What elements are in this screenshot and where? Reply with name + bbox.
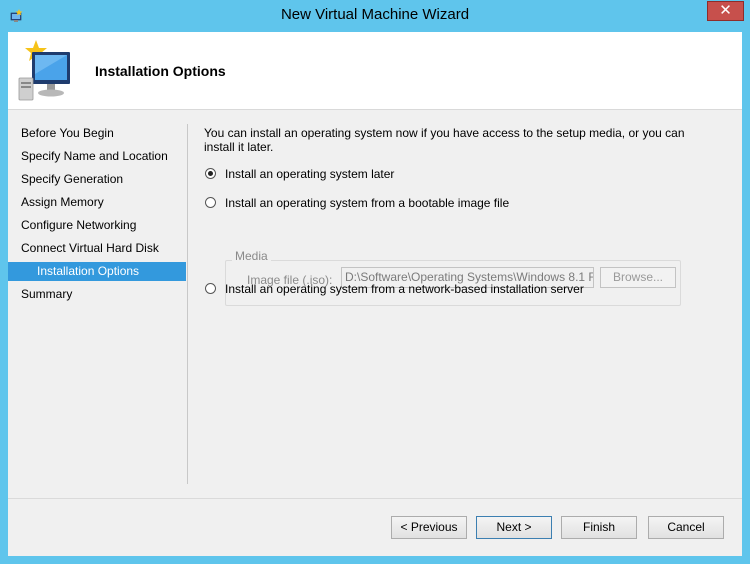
monitor-star-icon — [16, 38, 78, 104]
wizard-header: Installation Options — [8, 32, 742, 110]
close-button[interactable]: ✕ — [707, 1, 744, 21]
browse-button[interactable]: Browse... — [600, 267, 676, 288]
wizard-steps-nav: Before You Begin Specify Name and Locati… — [8, 110, 186, 490]
media-legend: Media — [232, 249, 271, 263]
title-bar[interactable]: New Virtual Machine Wizard ✕ — [0, 0, 750, 32]
nav-item-before-you-begin[interactable]: Before You Begin — [8, 124, 186, 143]
radio-install-later[interactable] — [205, 168, 216, 179]
nav-item-summary[interactable]: Summary — [8, 285, 186, 304]
nav-item-configure-networking[interactable]: Configure Networking — [8, 216, 186, 235]
next-button[interactable]: Next > — [476, 516, 552, 539]
cancel-button[interactable]: Cancel — [648, 516, 724, 539]
option-network-server-label: Install an operating system from a netwo… — [225, 282, 584, 296]
window-title: New Virtual Machine Wizard — [280, 6, 470, 23]
option-bootable-image-label: Install an operating system from a boota… — [225, 196, 510, 210]
nav-item-assign-memory[interactable]: Assign Memory — [8, 193, 186, 212]
option-install-later-label: Install an operating system later — [225, 167, 395, 181]
nav-item-specify-generation[interactable]: Specify Generation — [8, 170, 186, 189]
wizard-client-area: Installation Options Before You Begin Sp… — [8, 32, 742, 556]
nav-item-specify-name-location[interactable]: Specify Name and Location — [8, 147, 186, 166]
page-title: Installation Options — [95, 63, 226, 79]
footer-divider — [8, 498, 742, 499]
nav-divider — [187, 124, 188, 484]
finish-button[interactable]: Finish — [561, 516, 637, 539]
nav-item-connect-virtual-hard-disk[interactable]: Connect Virtual Hard Disk — [8, 239, 186, 258]
wizard-window: New Virtual Machine Wizard ✕ Installatio… — [0, 0, 750, 564]
previous-button[interactable]: < Previous — [391, 516, 467, 539]
radio-network-server[interactable] — [205, 283, 216, 294]
close-icon: ✕ — [719, 2, 732, 19]
nav-item-installation-options[interactable]: Installation Options — [8, 262, 186, 281]
radio-bootable-image[interactable] — [205, 197, 216, 208]
intro-text: You can install an operating system now … — [204, 126, 685, 154]
